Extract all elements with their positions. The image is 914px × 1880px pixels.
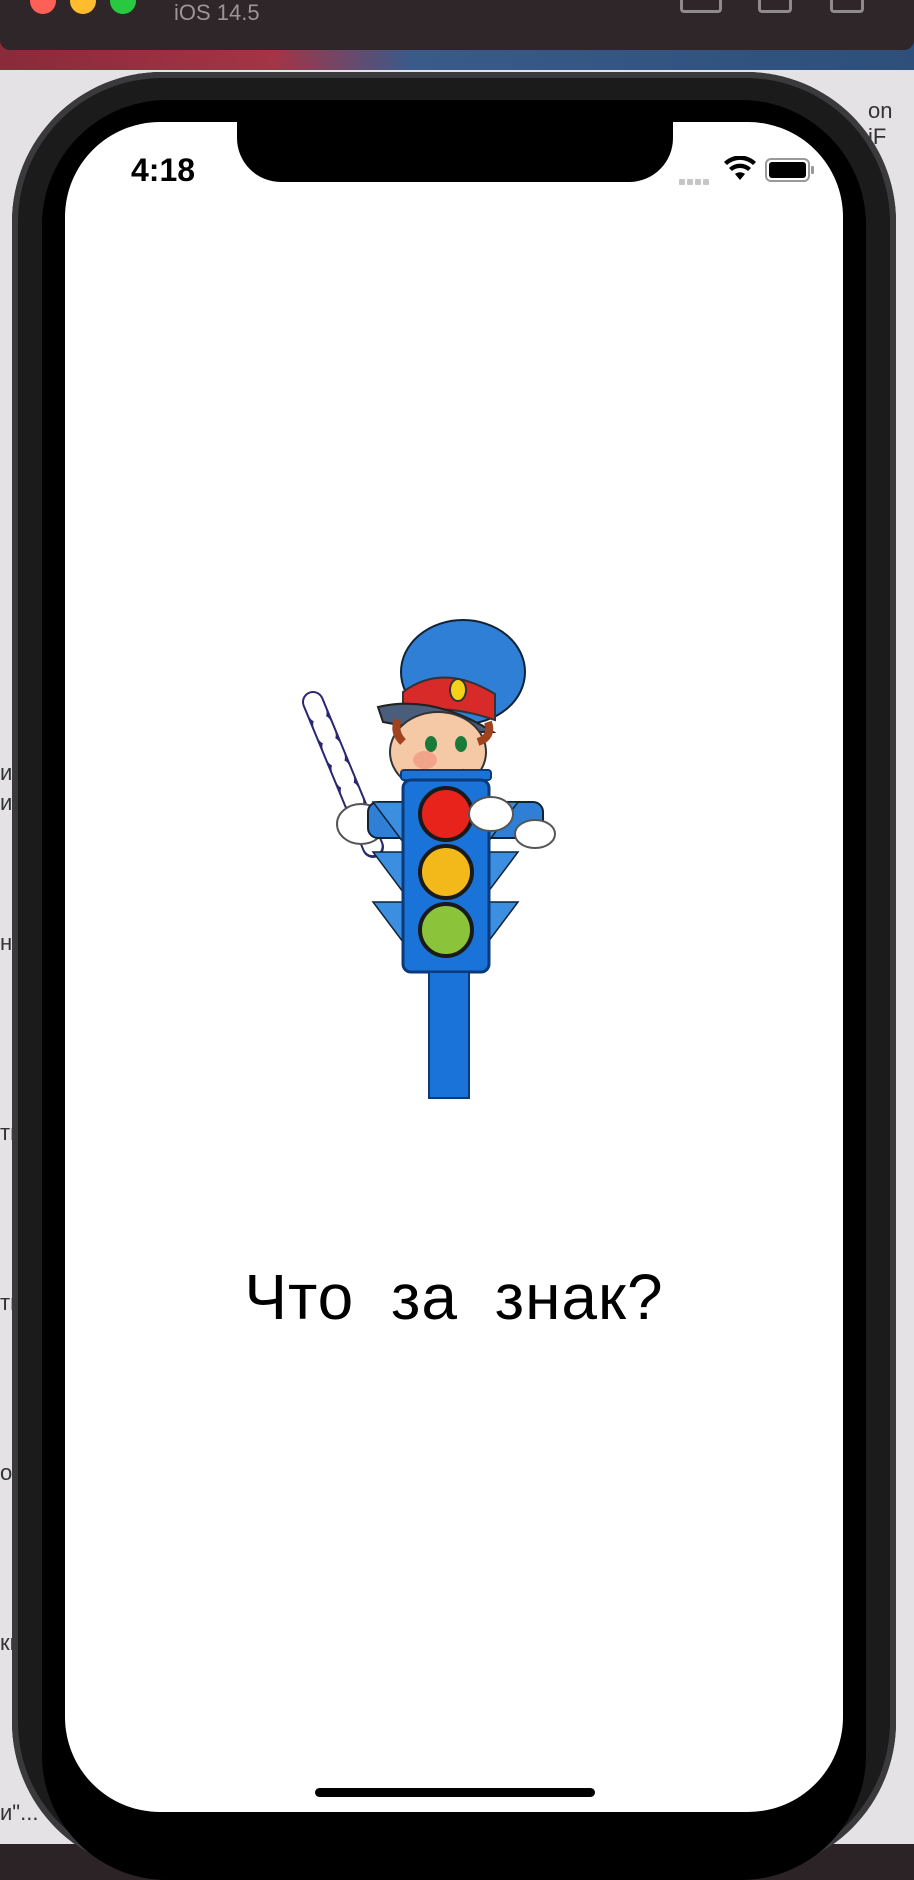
simulator-os-version: iOS 14.5 — [174, 0, 260, 25]
app-screen: 4:18 Что за знак? — [65, 122, 843, 1812]
traffic-light-illustration — [302, 619, 556, 1099]
home-icon[interactable] — [830, 0, 864, 13]
battery-icon — [765, 158, 814, 182]
notch — [237, 122, 673, 182]
zoom-window-button[interactable] — [110, 0, 136, 14]
wifi-icon — [724, 156, 756, 180]
rotate-icon[interactable] — [758, 0, 792, 13]
status-time: 4:18 — [131, 152, 196, 188]
minimize-window-button[interactable] — [70, 0, 96, 14]
background-text: и"... — [0, 1800, 39, 1825]
simulator-titlebar: iOS 14.5 — [0, 0, 914, 50]
close-window-button[interactable] — [30, 0, 56, 14]
cellular-signal-icon — [679, 172, 715, 185]
home-indicator[interactable] — [315, 1788, 595, 1797]
background-text: on iF — [868, 98, 893, 149]
page-title: Что за знак? — [244, 1261, 664, 1333]
screenshot-icon[interactable] — [680, 0, 722, 13]
